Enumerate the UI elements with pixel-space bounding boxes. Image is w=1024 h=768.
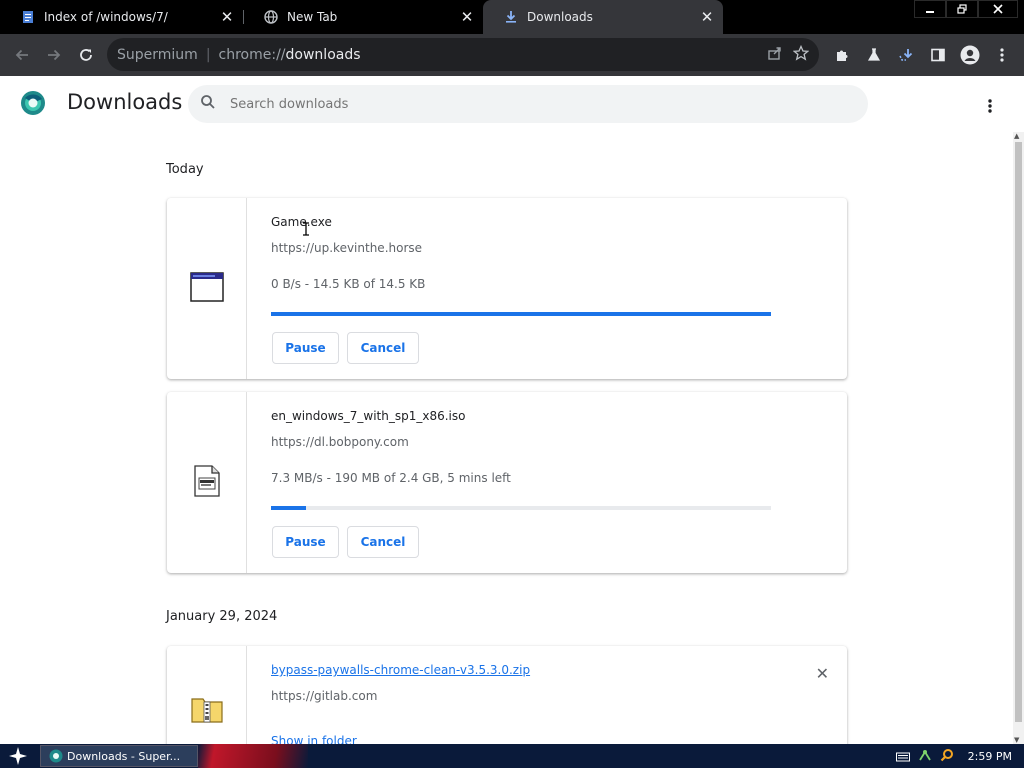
tab-index-windows[interactable]: Index of /windows/7/ ✕ bbox=[0, 0, 243, 34]
page-scrollbar[interactable]: ▲ ▼ bbox=[1013, 132, 1024, 744]
document-icon bbox=[20, 9, 36, 25]
tab-strip: Index of /windows/7/ ✕ New Tab ✕ Downloa… bbox=[0, 0, 1024, 34]
tab-new-tab[interactable]: New Tab ✕ bbox=[243, 0, 483, 34]
file-icon-column bbox=[167, 392, 247, 573]
os-taskbar: Downloads - Super... 2:59 PM bbox=[0, 744, 1024, 768]
close-tab-icon[interactable]: ✕ bbox=[217, 7, 237, 27]
download-progress-bar bbox=[271, 506, 771, 510]
pause-button[interactable]: Pause bbox=[272, 332, 339, 364]
browser-toolbar: Supermium | chrome://downloads bbox=[0, 34, 1024, 76]
text-cursor-icon bbox=[302, 221, 310, 236]
pause-button[interactable]: Pause bbox=[272, 526, 339, 558]
scroll-down-arrow-icon[interactable]: ▼ bbox=[1014, 736, 1019, 744]
downloads-more-menu-icon[interactable] bbox=[978, 94, 1002, 118]
url-prefix: chrome:// bbox=[218, 46, 286, 63]
taskbar-item-label: Downloads - Super... bbox=[67, 749, 181, 763]
toolbar-right-icons bbox=[826, 39, 1018, 71]
keyboard-icon[interactable] bbox=[895, 747, 910, 766]
close-window-icon[interactable] bbox=[978, 0, 1018, 18]
back-icon[interactable] bbox=[6, 39, 38, 71]
tab-title: New Tab bbox=[287, 10, 338, 24]
download-icon bbox=[503, 9, 519, 25]
omnibox-actions bbox=[767, 38, 810, 71]
restore-icon[interactable] bbox=[946, 0, 978, 18]
file-name: en_windows_7_with_sp1_x86.iso bbox=[271, 409, 466, 423]
bookmark-star-icon[interactable] bbox=[792, 44, 810, 65]
address-separator: | bbox=[205, 46, 211, 63]
cancel-button[interactable]: Cancel bbox=[347, 526, 419, 558]
zip-folder-icon bbox=[190, 695, 223, 727]
system-clock[interactable]: 2:59 PM bbox=[968, 750, 1012, 763]
search-input[interactable] bbox=[230, 96, 830, 112]
search-icon bbox=[200, 94, 216, 114]
scroll-up-arrow-icon[interactable]: ▲ bbox=[1014, 132, 1019, 140]
scrollbar-thumb[interactable] bbox=[1015, 142, 1022, 722]
network-icon[interactable] bbox=[918, 747, 932, 766]
search-tray-icon[interactable] bbox=[940, 747, 954, 766]
cancel-button[interactable]: Cancel bbox=[347, 332, 419, 364]
reload-icon[interactable] bbox=[70, 39, 102, 71]
globe-icon bbox=[263, 9, 279, 25]
supermium-logo-icon bbox=[20, 90, 46, 116]
date-heading: January 29, 2024 bbox=[166, 609, 278, 624]
profile-avatar-icon[interactable] bbox=[954, 39, 986, 71]
close-tab-icon[interactable]: ✕ bbox=[457, 7, 477, 27]
progress-fill bbox=[271, 312, 771, 316]
share-icon[interactable] bbox=[767, 45, 783, 65]
window-controls bbox=[914, 0, 1018, 18]
download-progress-bar bbox=[271, 312, 771, 316]
downloads-header: Downloads bbox=[0, 76, 1024, 132]
downloads-toolbar-icon[interactable] bbox=[890, 39, 922, 71]
tab-title: Index of /windows/7/ bbox=[44, 10, 168, 24]
date-heading: Today bbox=[166, 162, 204, 177]
tab-title: Downloads bbox=[527, 10, 593, 24]
file-name-link[interactable]: bypass-paywalls-chrome-clean-v3.5.3.0.zi… bbox=[271, 663, 530, 677]
minimize-icon[interactable] bbox=[914, 0, 946, 18]
page-title: Downloads bbox=[67, 90, 183, 114]
progress-fill bbox=[271, 506, 306, 510]
start-menu-icon[interactable] bbox=[0, 744, 36, 768]
address-bar[interactable]: Supermium | chrome://downloads bbox=[107, 38, 819, 71]
forward-icon[interactable] bbox=[38, 39, 70, 71]
remove-from-list-icon[interactable]: ✕ bbox=[816, 664, 829, 683]
labs-flask-icon[interactable] bbox=[858, 39, 890, 71]
file-source-url: https://gitlab.com bbox=[271, 689, 378, 703]
window-app-icon bbox=[189, 271, 224, 306]
download-item: Game.exe https://up.kevinthe.horse 0 B/s… bbox=[167, 198, 847, 379]
file-source-url: https://dl.bobpony.com bbox=[271, 435, 409, 449]
search-downloads-box[interactable] bbox=[188, 85, 868, 123]
url-path: downloads bbox=[285, 46, 361, 63]
taskbar-item-downloads[interactable]: Downloads - Super... bbox=[40, 745, 198, 767]
download-item: en_windows_7_with_sp1_x86.iso https://dl… bbox=[167, 392, 847, 573]
tab-downloads[interactable]: Downloads ✕ bbox=[483, 0, 723, 34]
file-source-url: https://up.kevinthe.horse bbox=[271, 241, 423, 255]
close-tab-icon[interactable]: ✕ bbox=[697, 7, 717, 27]
side-panel-icon[interactable] bbox=[922, 39, 954, 71]
disc-image-icon bbox=[193, 464, 220, 501]
supermium-taskbar-icon bbox=[49, 749, 63, 763]
extensions-puzzle-icon[interactable] bbox=[826, 39, 858, 71]
download-status: 0 B/s - 14.5 KB of 14.5 KB bbox=[271, 277, 426, 291]
taskbar-decoration bbox=[198, 744, 308, 768]
browser-name: Supermium bbox=[117, 46, 198, 63]
download-status: 7.3 MB/s - 190 MB of 2.4 GB, 5 mins left bbox=[271, 471, 511, 485]
browser-menu-icon[interactable] bbox=[986, 39, 1018, 71]
file-icon-column bbox=[167, 198, 247, 379]
system-tray: 2:59 PM bbox=[895, 744, 1024, 768]
